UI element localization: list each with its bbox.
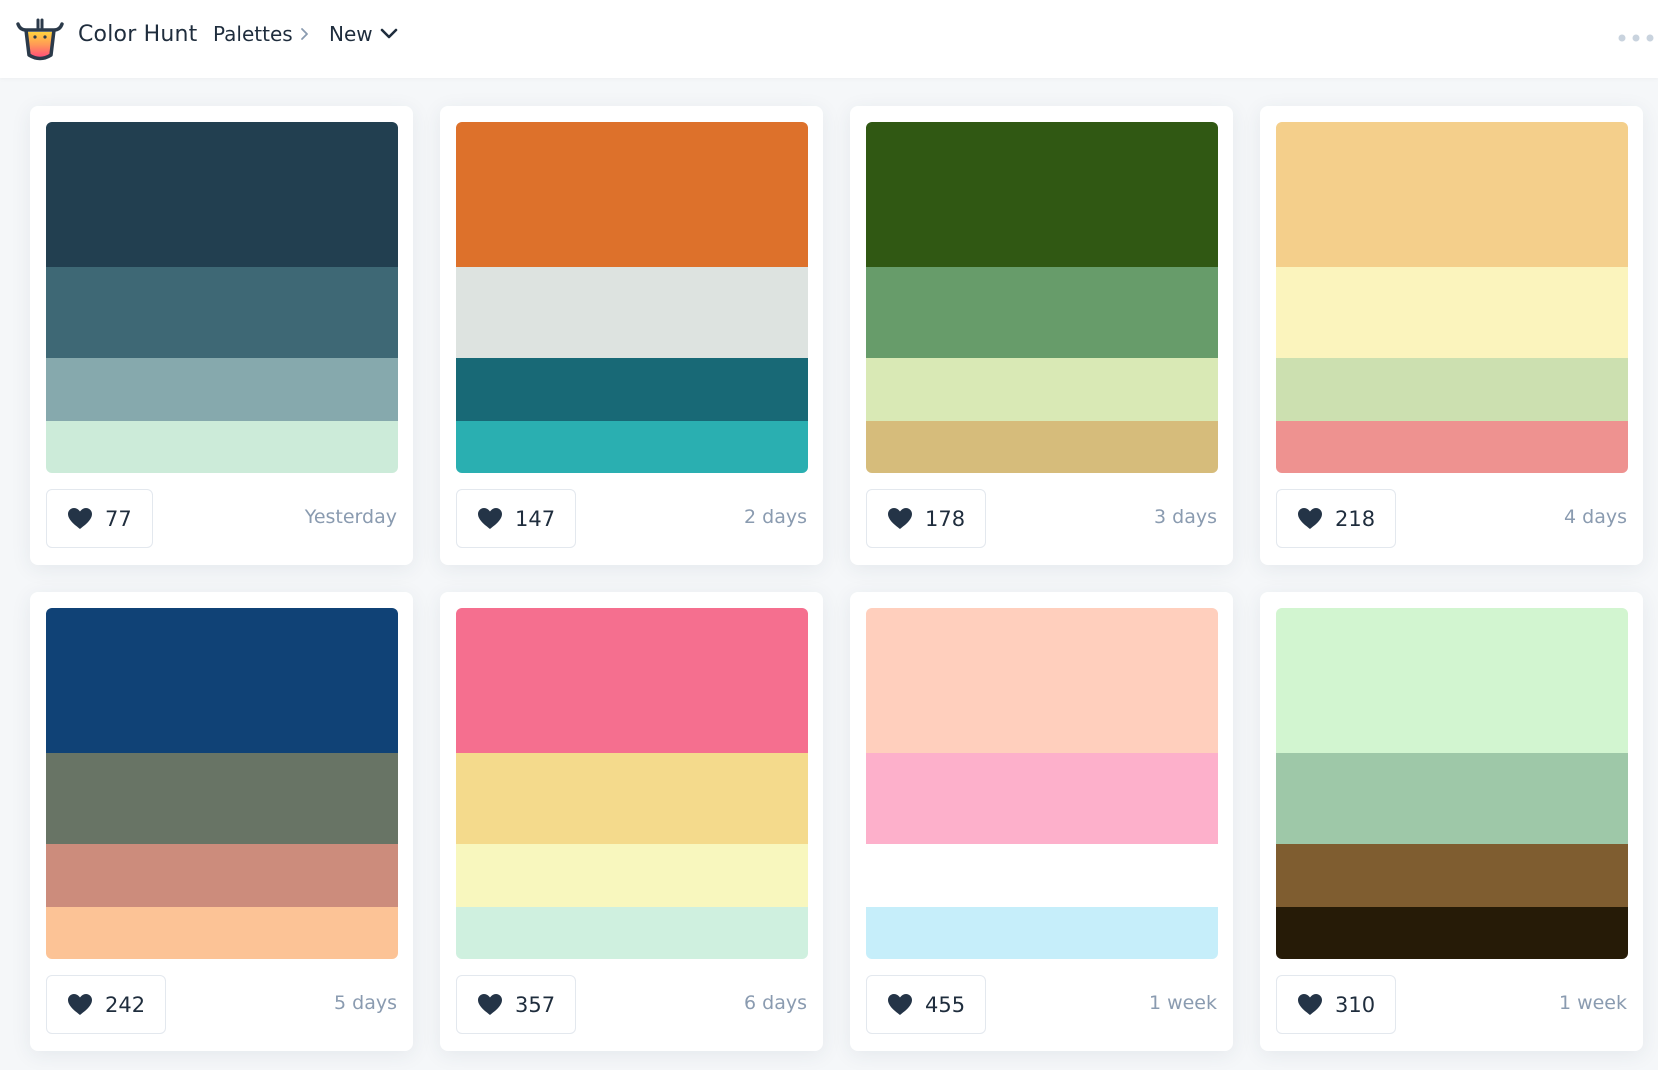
- heart-icon: [478, 994, 502, 1015]
- palette-card: 357 6 days: [440, 592, 823, 1051]
- like-button[interactable]: 357: [456, 975, 577, 1034]
- heart-icon: [478, 508, 502, 529]
- color-hunt-logo-icon[interactable]: [16, 16, 64, 64]
- heart-icon: [68, 994, 92, 1015]
- color-swatch-2[interactable]: [866, 267, 1218, 358]
- more-options-icon[interactable]: [1618, 33, 1658, 43]
- palette-preview[interactable]: [1276, 608, 1628, 959]
- palette-preview[interactable]: [866, 608, 1218, 959]
- color-swatch-1[interactable]: [456, 608, 808, 753]
- brand-name[interactable]: Color Hunt: [78, 22, 198, 47]
- heart-icon: [1298, 508, 1322, 529]
- like-count: 77: [105, 506, 132, 531]
- color-swatch-3[interactable]: [866, 358, 1218, 421]
- palette-card: 310 1 week: [1260, 592, 1643, 1051]
- heart-icon: [888, 994, 912, 1015]
- like-button[interactable]: 310: [1276, 975, 1397, 1034]
- like-count: 242: [105, 992, 146, 1017]
- color-swatch-4[interactable]: [866, 907, 1218, 959]
- palette-card: 242 5 days: [30, 592, 413, 1051]
- palette-date: 1 week: [1148, 992, 1217, 1014]
- like-button[interactable]: 218: [1276, 489, 1397, 548]
- color-swatch-4[interactable]: [1276, 907, 1628, 959]
- color-swatch-2[interactable]: [46, 267, 398, 358]
- like-count: 147: [515, 506, 556, 531]
- chevron-right-icon: [301, 28, 308, 40]
- heart-icon: [1298, 994, 1322, 1015]
- chevron-down-icon[interactable]: [380, 27, 398, 41]
- like-button[interactable]: 455: [866, 975, 987, 1034]
- color-swatch-2[interactable]: [1276, 267, 1628, 358]
- like-count: 218: [1335, 506, 1376, 531]
- palette-preview[interactable]: [866, 122, 1218, 473]
- heart-icon: [68, 508, 92, 529]
- color-swatch-2[interactable]: [46, 753, 398, 844]
- palette-date: 6 days: [744, 992, 807, 1014]
- palette-grid: 77 Yesterday 147 2 days 178 3 days 218 4…: [30, 106, 1658, 1051]
- palette-date: 4 days: [1564, 506, 1627, 528]
- palette-date: 2 days: [744, 506, 807, 528]
- color-swatch-2[interactable]: [456, 753, 808, 844]
- like-button[interactable]: 147: [456, 489, 577, 548]
- like-button[interactable]: 77: [46, 489, 153, 548]
- color-swatch-4[interactable]: [46, 907, 398, 959]
- color-swatch-1[interactable]: [456, 122, 808, 267]
- palette-preview[interactable]: [46, 608, 398, 959]
- color-swatch-1[interactable]: [866, 608, 1218, 753]
- color-swatch-3[interactable]: [46, 844, 398, 907]
- color-swatch-3[interactable]: [866, 844, 1218, 907]
- color-swatch-4[interactable]: [866, 421, 1218, 473]
- palette-card: 218 4 days: [1260, 106, 1643, 565]
- color-swatch-3[interactable]: [46, 358, 398, 421]
- palette-preview[interactable]: [456, 122, 808, 473]
- color-swatch-3[interactable]: [1276, 358, 1628, 421]
- palette-preview[interactable]: [456, 608, 808, 959]
- color-swatch-4[interactable]: [46, 421, 398, 473]
- top-header: Color Hunt Palettes New: [0, 0, 1658, 78]
- like-count: 455: [925, 992, 966, 1017]
- like-count: 310: [1335, 992, 1376, 1017]
- color-swatch-1[interactable]: [46, 608, 398, 753]
- color-swatch-2[interactable]: [456, 267, 808, 358]
- color-swatch-1[interactable]: [46, 122, 398, 267]
- heart-icon: [888, 508, 912, 529]
- palette-card: 455 1 week: [850, 592, 1233, 1051]
- like-count: 178: [925, 506, 966, 531]
- nav-palettes-link[interactable]: Palettes: [213, 22, 293, 46]
- palette-date: Yesterday: [304, 506, 397, 528]
- like-count: 357: [515, 992, 556, 1017]
- color-swatch-3[interactable]: [1276, 844, 1628, 907]
- palette-card: 147 2 days: [440, 106, 823, 565]
- like-button[interactable]: 242: [46, 975, 167, 1034]
- like-button[interactable]: 178: [866, 489, 987, 548]
- color-swatch-4[interactable]: [456, 421, 808, 473]
- palette-date: 1 week: [1558, 992, 1627, 1014]
- palette-card: 77 Yesterday: [30, 106, 413, 565]
- color-swatch-4[interactable]: [456, 907, 808, 959]
- color-swatch-2[interactable]: [1276, 753, 1628, 844]
- color-swatch-1[interactable]: [1276, 122, 1628, 267]
- palette-date: 3 days: [1154, 506, 1217, 528]
- palette-preview[interactable]: [1276, 122, 1628, 473]
- color-swatch-1[interactable]: [866, 122, 1218, 267]
- color-swatch-3[interactable]: [456, 358, 808, 421]
- color-swatch-1[interactable]: [1276, 608, 1628, 753]
- palette-date: 5 days: [334, 992, 397, 1014]
- palette-preview[interactable]: [46, 122, 398, 473]
- color-swatch-3[interactable]: [456, 844, 808, 907]
- color-swatch-4[interactable]: [1276, 421, 1628, 473]
- palette-card: 178 3 days: [850, 106, 1233, 565]
- color-swatch-2[interactable]: [866, 753, 1218, 844]
- sort-dropdown[interactable]: New: [329, 22, 373, 46]
